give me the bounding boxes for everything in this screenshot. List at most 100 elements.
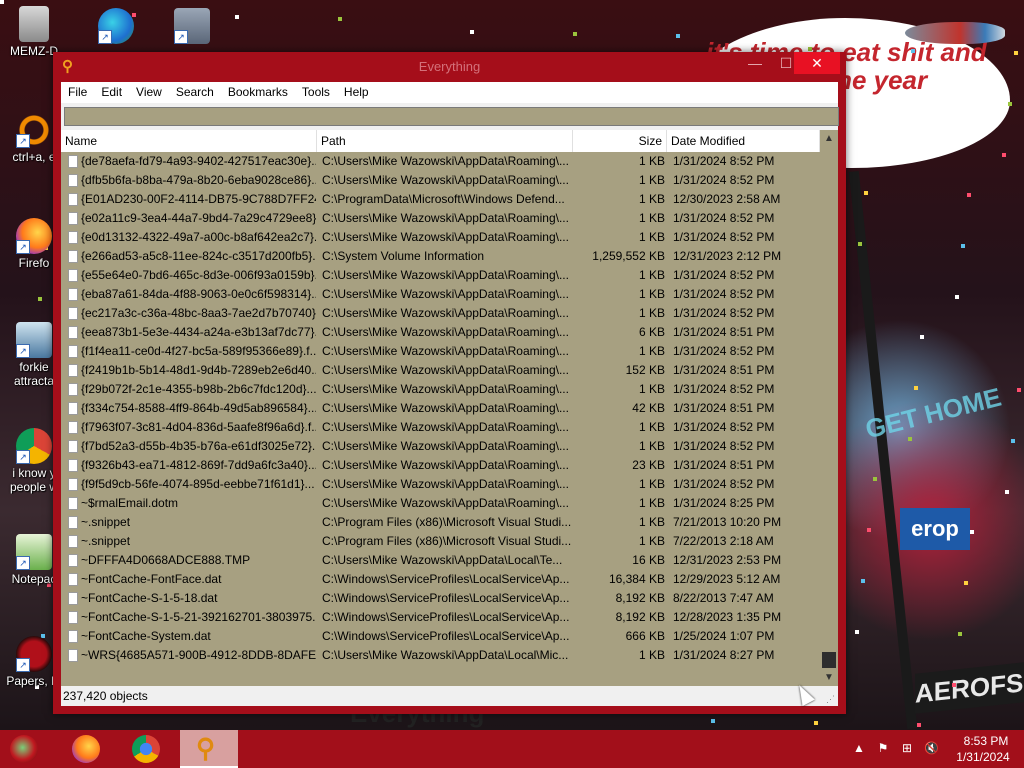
table-row[interactable]: {eba87a61-84da-4f88-9063-0e0c6f598314}..… bbox=[61, 285, 820, 304]
table-row[interactable]: {f1f4ea11-ce0d-4f27-bc5a-589f95366e89}.f… bbox=[61, 342, 820, 361]
table-row[interactable]: {f334c754-8588-4ff9-864b-49d5ab896584}..… bbox=[61, 399, 820, 418]
menu-bookmarks[interactable]: Bookmarks bbox=[221, 82, 295, 103]
network-icon[interactable]: ⊞ bbox=[900, 741, 914, 755]
clock-time[interactable]: 8:53 PM bbox=[956, 734, 1016, 748]
column-header-name[interactable]: Name bbox=[61, 130, 317, 152]
recycle-bin-icon bbox=[19, 6, 49, 42]
file-size-cell: 1 KB bbox=[638, 192, 665, 206]
table-row[interactable]: {f9326b43-ea71-4812-869f-7dd9a6fc3a40}..… bbox=[61, 456, 820, 475]
file-date-cell: 1/31/2024 8:51 PM bbox=[673, 363, 775, 377]
menu-help[interactable]: Help bbox=[337, 82, 376, 103]
gear-app-icon: ↗ bbox=[16, 322, 52, 358]
table-row[interactable]: {E01AD230-00F2-4114-DB75-9C788D7FF24E} C:… bbox=[61, 190, 820, 209]
file-size-cell: 1 KB bbox=[638, 477, 665, 491]
column-header-date-modified[interactable]: Date Modified bbox=[667, 130, 820, 152]
table-row[interactable]: {f2419b1b-5b14-48d1-9d4b-7289eb2e6d40...… bbox=[61, 361, 820, 380]
table-row[interactable]: {e266ad53-a5c8-11ee-824c-c3517d200fb5}..… bbox=[61, 247, 820, 266]
close-button[interactable]: ✕ bbox=[794, 52, 840, 74]
search-bar bbox=[61, 103, 839, 130]
table-row[interactable]: {f7bd52a3-d55b-4b35-b76a-e61df3025e72}..… bbox=[61, 437, 820, 456]
file-path-cell: C:\Users\Mike Wazowski\AppData\Local\Mic… bbox=[322, 648, 569, 662]
taskbar-chrome[interactable] bbox=[120, 730, 170, 768]
file-name-cell: ~.snippet bbox=[81, 515, 131, 529]
action-center-flag-icon[interactable]: ⚑ bbox=[876, 741, 890, 755]
tray-overflow-chevron-icon[interactable]: ▲ bbox=[852, 741, 866, 755]
file-date-cell: 1/31/2024 8:52 PM bbox=[673, 477, 775, 491]
file-date-cell: 1/31/2024 8:52 PM bbox=[673, 287, 775, 301]
menu-view[interactable]: View bbox=[129, 82, 169, 103]
file-path-cell: C:\Users\Mike Wazowski\AppData\Roaming\.… bbox=[322, 401, 569, 415]
file-path-cell: C:\Users\Mike Wazowski\AppData\Roaming\.… bbox=[322, 382, 569, 396]
file-size-cell: 1 KB bbox=[638, 344, 665, 358]
table-row[interactable]: ~FontCache-S-1-5-21-392162701-3803975...… bbox=[61, 608, 820, 627]
table-row[interactable]: ~$rmalEmail.dotm C:\Users\Mike Wazowski\A… bbox=[61, 494, 820, 513]
table-row[interactable]: {eea873b1-5e3e-4434-a24a-e3b13af7dc77}..… bbox=[61, 323, 820, 342]
file-icon bbox=[68, 535, 78, 548]
confetti-piece bbox=[870, 140, 874, 144]
desktop-icon-recycle-bin[interactable]: MEMZ-D bbox=[4, 6, 64, 58]
confetti-piece bbox=[914, 386, 918, 390]
file-name-cell: {E01AD230-00F2-4114-DB75-9C788D7FF24E} bbox=[81, 192, 316, 206]
window-title: Everything bbox=[418, 59, 481, 74]
file-date-cell: 1/31/2024 8:52 PM bbox=[673, 306, 775, 320]
taskbar-everything[interactable]: ⚲ bbox=[180, 730, 238, 768]
file-icon bbox=[68, 231, 78, 244]
file-name-cell: {f9326b43-ea71-4812-869f-7dd9a6fc3a40}..… bbox=[81, 458, 316, 472]
table-row[interactable]: ~.snippet C:\Program Files (x86)\Microsof… bbox=[61, 513, 820, 532]
file-date-cell: 1/31/2024 8:51 PM bbox=[673, 458, 775, 472]
table-row[interactable]: {f7963f07-3c81-4d04-836d-5aafe8f96a6d}.f… bbox=[61, 418, 820, 437]
results-list[interactable]: Name Path Size Date Modified {de78aefa-f… bbox=[61, 130, 838, 706]
column-header-size[interactable]: Size bbox=[573, 130, 667, 152]
confetti-piece bbox=[235, 15, 239, 19]
table-row[interactable]: ~FontCache-S-1-5-18.dat C:\Windows\Servic… bbox=[61, 589, 820, 608]
table-row[interactable]: ~FontCache-System.dat C:\Windows\ServiceP… bbox=[61, 627, 820, 646]
desktop-icon-edge[interactable]: ↗ bbox=[86, 8, 146, 46]
confetti-piece bbox=[1005, 490, 1009, 494]
table-row[interactable]: {f9f5d9cb-56fe-4074-895d-eebbe71f61d1}..… bbox=[61, 475, 820, 494]
file-date-cell: 1/31/2024 8:52 PM bbox=[673, 382, 775, 396]
file-size-cell: 1 KB bbox=[638, 154, 665, 168]
menu-tools[interactable]: Tools bbox=[295, 82, 337, 103]
confetti-piece bbox=[920, 335, 924, 339]
object-count: 237,420 objects bbox=[63, 689, 148, 703]
table-row[interactable]: {dfb5b6fa-b8ba-479a-8b20-6eba9028ce86}..… bbox=[61, 171, 820, 190]
confetti-piece bbox=[873, 477, 877, 481]
table-row[interactable]: ~DFFFA4D0668ADCE888.TMP C:\Users\Mike Waz… bbox=[61, 551, 820, 570]
start-button[interactable] bbox=[0, 730, 50, 768]
confetti-piece bbox=[917, 723, 921, 727]
table-row[interactable]: {f29b072f-2c1e-4355-b98b-2b6c7fdc120d}..… bbox=[61, 380, 820, 399]
file-date-cell: 1/31/2024 8:52 PM bbox=[673, 439, 775, 453]
scroll-down-arrow-icon[interactable]: ▼ bbox=[820, 669, 838, 686]
taskbar-firefox[interactable] bbox=[60, 730, 110, 768]
table-row[interactable]: ~WRS{4685A571-900B-4912-8DDB-8DAFE... C:\… bbox=[61, 646, 820, 665]
menu-search[interactable]: Search bbox=[169, 82, 221, 103]
table-row[interactable]: {e02a11c9-3ea4-44a7-9bd4-7a29c4729ee8}..… bbox=[61, 209, 820, 228]
column-header-path[interactable]: Path bbox=[317, 130, 573, 152]
table-row[interactable]: ~FontCache-FontFace.dat C:\Windows\Servic… bbox=[61, 570, 820, 589]
scroll-up-arrow-icon[interactable]: ▲ bbox=[820, 130, 838, 147]
firefox-icon: ↗ bbox=[16, 218, 52, 254]
table-row[interactable]: {e0d13132-4322-49a7-a00c-b8af642ea2c7}..… bbox=[61, 228, 820, 247]
file-path-cell: C:\Windows\ServiceProfiles\LocalService\… bbox=[322, 610, 570, 624]
resize-grip-icon[interactable]: ⋰ bbox=[826, 694, 836, 704]
confetti-piece bbox=[0, 0, 4, 4]
scrollbar-thumb[interactable] bbox=[822, 652, 836, 668]
table-row[interactable]: {ec217a3c-c36a-48bc-8aa3-7ae2d7b70740}..… bbox=[61, 304, 820, 323]
title-bar[interactable]: ⚲ Everything — ☐ ✕ bbox=[53, 52, 846, 82]
table-row[interactable]: ~.snippet C:\Program Files (x86)\Microsof… bbox=[61, 532, 820, 551]
file-name-cell: {f9f5d9cb-56fe-4074-895d-eebbe71f61d1}..… bbox=[81, 477, 315, 491]
desktop-icon-folder[interactable]: ↗ bbox=[162, 8, 222, 46]
confetti-piece bbox=[908, 437, 912, 441]
menu-edit[interactable]: Edit bbox=[94, 82, 129, 103]
file-name-cell: {f7bd52a3-d55b-4b35-b76a-e61df3025e72}..… bbox=[81, 439, 316, 453]
volume-muted-icon[interactable]: 🔇 bbox=[924, 741, 939, 755]
everything-window[interactable]: ⚲ Everything — ☐ ✕ File Edit View Search Boo… bbox=[53, 52, 846, 714]
clock-date[interactable]: 1/31/2024 bbox=[950, 750, 1016, 764]
menu-file[interactable]: File bbox=[61, 82, 94, 103]
confetti-piece bbox=[676, 34, 680, 38]
search-input[interactable] bbox=[64, 107, 839, 126]
vertical-scrollbar[interactable]: ▲ ▼ bbox=[820, 130, 838, 686]
table-row[interactable]: {e55e64e0-7bd6-465c-8d3e-006f93a0159b}..… bbox=[61, 266, 820, 285]
file-name-cell: {f29b072f-2c1e-4355-b98b-2b6c7fdc120d}..… bbox=[81, 382, 316, 396]
table-row[interactable]: {de78aefa-fd79-4a93-9402-427517eac30e}..… bbox=[61, 152, 820, 171]
